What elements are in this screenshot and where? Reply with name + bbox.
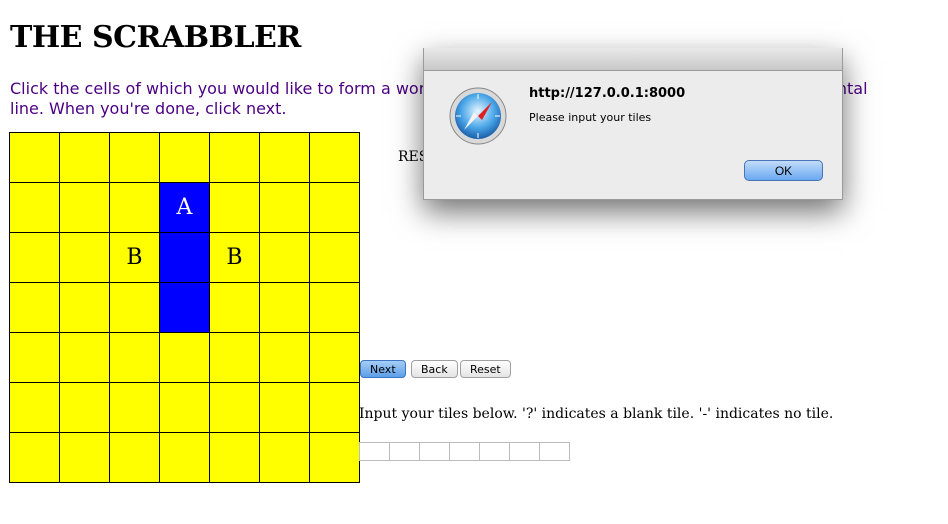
tile-input[interactable]	[509, 442, 540, 461]
board-cell[interactable]	[209, 182, 260, 233]
tile-input[interactable]	[419, 442, 450, 461]
reset-button[interactable]: Reset	[460, 360, 511, 378]
tile-input[interactable]	[389, 442, 420, 461]
board-row: A	[9, 182, 360, 233]
tile-inputs	[359, 442, 570, 461]
board-cell[interactable]	[159, 432, 210, 483]
dialog-message: Please input your tiles	[529, 111, 652, 124]
board-cell[interactable]	[159, 132, 210, 183]
next-button[interactable]: Next	[360, 360, 406, 378]
board-cell[interactable]	[309, 432, 360, 483]
page-title: THE SCRABBLER	[10, 20, 301, 55]
board-cell[interactable]	[259, 132, 310, 183]
board-cell[interactable]	[109, 132, 160, 183]
board-cell[interactable]	[9, 132, 60, 183]
tile-input[interactable]	[449, 442, 480, 461]
tile-input[interactable]	[479, 442, 510, 461]
board-row	[9, 332, 360, 383]
board-cell[interactable]	[259, 182, 310, 233]
board-cell[interactable]	[109, 282, 160, 333]
board-cell[interactable]	[309, 232, 360, 283]
board-cell[interactable]	[209, 132, 260, 183]
board-cell[interactable]	[9, 382, 60, 433]
board-row	[9, 382, 360, 433]
board-cell[interactable]	[309, 182, 360, 233]
board-cell[interactable]	[59, 182, 110, 233]
alert-dialog: http://127.0.0.1:8000 Please input your …	[423, 48, 843, 200]
board-row	[9, 132, 360, 183]
board-cell[interactable]	[209, 332, 260, 383]
board-cell[interactable]	[209, 282, 260, 333]
board-cell[interactable]	[309, 282, 360, 333]
dialog-title: http://127.0.0.1:8000	[529, 86, 686, 101]
board-cell[interactable]	[109, 332, 160, 383]
board-cell[interactable]	[309, 382, 360, 433]
tile-input[interactable]	[539, 442, 570, 461]
board-cell[interactable]: B	[109, 232, 160, 283]
board-cell[interactable]	[109, 432, 160, 483]
board-cell[interactable]	[159, 382, 210, 433]
board-cell[interactable]: A	[159, 182, 210, 233]
board-cell[interactable]	[109, 182, 160, 233]
board-cell[interactable]	[259, 432, 310, 483]
board-cell[interactable]	[309, 132, 360, 183]
board-cell[interactable]	[259, 382, 310, 433]
tiles-instructions: Input your tiles below. '?' indicates a …	[359, 406, 834, 422]
board-row	[9, 282, 360, 333]
tile-input[interactable]	[359, 442, 390, 461]
board-cell[interactable]	[209, 432, 260, 483]
dialog-titlebar[interactable]	[424, 48, 842, 71]
board-cell[interactable]: B	[209, 232, 260, 283]
board-cell[interactable]	[9, 182, 60, 233]
board-cell[interactable]	[159, 232, 210, 283]
board-cell[interactable]	[209, 382, 260, 433]
board-cell[interactable]	[309, 332, 360, 383]
board-cell[interactable]	[259, 282, 310, 333]
scrabble-board: ABB	[9, 132, 360, 483]
board-cell[interactable]	[59, 382, 110, 433]
board-cell[interactable]	[59, 332, 110, 383]
board-cell[interactable]	[9, 282, 60, 333]
board-cell[interactable]	[259, 232, 310, 283]
board-row	[9, 432, 360, 483]
board-cell[interactable]	[9, 432, 60, 483]
board-row: BB	[9, 232, 360, 283]
ok-button[interactable]: OK	[744, 160, 823, 181]
board-cell[interactable]	[59, 132, 110, 183]
board-cell[interactable]	[109, 382, 160, 433]
safari-compass-icon	[449, 87, 507, 145]
board-cell[interactable]	[9, 232, 60, 283]
board-cell[interactable]	[9, 332, 60, 383]
board-cell[interactable]	[259, 332, 310, 383]
board-cell[interactable]	[59, 232, 110, 283]
back-button[interactable]: Back	[411, 360, 458, 378]
board-cell[interactable]	[59, 282, 110, 333]
board-cell[interactable]	[59, 432, 110, 483]
board-cell[interactable]	[159, 282, 210, 333]
board-cell[interactable]	[159, 332, 210, 383]
